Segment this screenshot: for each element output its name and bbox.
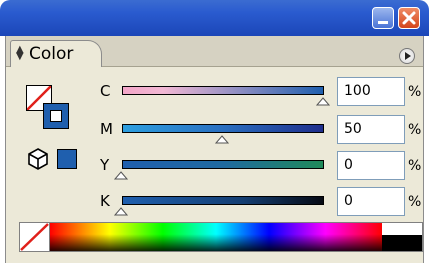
channel-unit-y: % [408, 158, 422, 174]
color-palette-window: ▲ ▼ Color C 100 % M 50 % Y 0 % K 0 % [0, 0, 429, 263]
current-color-chip[interactable] [57, 149, 77, 169]
close-icon [402, 11, 416, 25]
white-swatch[interactable] [382, 223, 422, 235]
channel-label-y: Y [100, 156, 110, 174]
tab-color-label: Color [29, 44, 74, 64]
slider-thumb-c[interactable] [316, 97, 330, 106]
channel-label-m: M [100, 120, 113, 138]
slider-track-y[interactable] [122, 160, 324, 169]
tab-strip: ▲ ▼ Color [6, 36, 423, 67]
channel-input-y[interactable]: 0 [337, 151, 405, 180]
color-ramp[interactable] [19, 222, 423, 252]
channel-input-c[interactable]: 100 [337, 77, 405, 106]
cube-icon[interactable] [28, 148, 48, 170]
none-swatch-icon[interactable] [20, 223, 50, 251]
channel-label-c: C [100, 82, 111, 100]
stroke-swatch[interactable] [43, 103, 69, 129]
channel-unit-m: % [408, 122, 422, 138]
panel-menu-icon[interactable] [399, 48, 415, 64]
title-bar[interactable] [0, 0, 429, 36]
black-swatch[interactable] [382, 235, 422, 251]
spectrum-ramp[interactable] [50, 223, 382, 251]
channel-input-k[interactable]: 0 [337, 187, 405, 216]
slider-track-m[interactable] [122, 124, 324, 133]
expand-collapse-icon[interactable]: ▲ ▼ [16, 45, 24, 62]
tab-color[interactable]: ▲ ▼ Color [10, 40, 102, 67]
channel-input-m[interactable]: 50 [337, 115, 405, 144]
close-button[interactable] [398, 7, 420, 29]
slider-thumb-k[interactable] [114, 207, 128, 216]
minimize-button[interactable] [372, 7, 394, 29]
channel-unit-c: % [408, 84, 422, 100]
slider-track-k[interactable] [122, 196, 324, 205]
channel-unit-k: % [408, 194, 422, 210]
channel-label-k: K [100, 192, 110, 210]
slider-thumb-y[interactable] [114, 171, 128, 180]
slider-track-c[interactable] [122, 86, 324, 95]
color-panel: ▲ ▼ Color C 100 % M 50 % Y 0 % K 0 % [5, 36, 424, 263]
slider-thumb-m[interactable] [215, 135, 229, 144]
